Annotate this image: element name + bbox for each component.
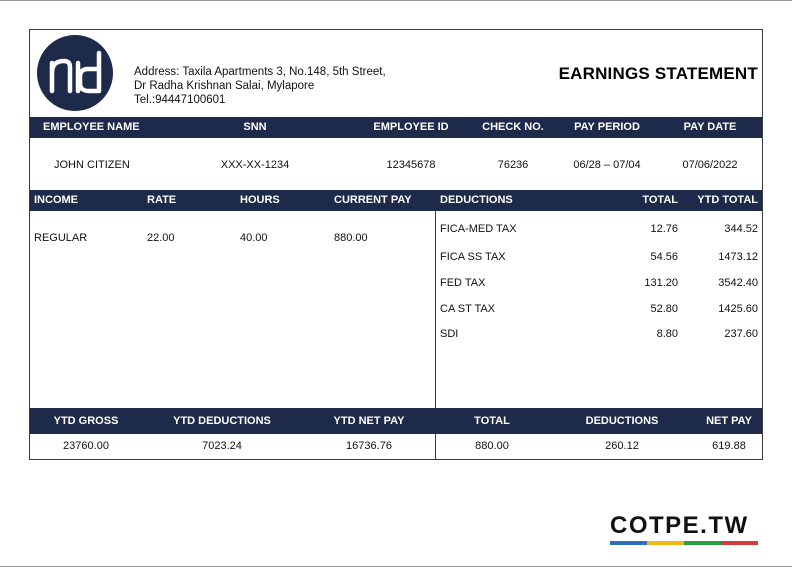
stripe-red [721,541,758,545]
deduction-ytd-total: 237.60 [724,328,758,340]
col-header-current-pay: CURRENT PAY [334,194,412,206]
current-pay-value: 880.00 [334,232,368,244]
deduction-name: FED TAX [440,277,486,289]
income-type-value: REGULAR [34,232,88,244]
page-top-line [0,0,792,1]
col-header-ytd-deductions: YTD DEDUCTIONS [173,415,271,427]
deduction-ytd-total: 1473.12 [718,251,758,263]
company-logo [37,35,113,111]
col-header-employee-id: EMPLOYEE ID [373,121,449,133]
deduction-name: FICA-MED TAX [440,223,517,235]
employee-header-bar: EMPLOYEE NAME SNN EMPLOYEE ID CHECK NO. … [30,117,762,138]
net-pay-value: 619.88 [712,440,746,452]
col-header-pay-date: PAY DATE [683,121,737,133]
col-header-employee-name: EMPLOYEE NAME [43,121,140,133]
deduction-name: SDI [440,328,459,340]
total-deductions-value: 260.12 [605,440,639,452]
col-header-pay-period: PAY PERIOD [574,121,640,133]
totals-header-bar: YTD GROSS YTD DEDUCTIONS YTD NET PAY TOT… [30,408,762,434]
deduction-total: 131.20 [644,277,678,289]
employee-name-value: JOHN CITIZEN [54,159,130,171]
stripe-blue [610,541,647,545]
deduction-name: CA ST TAX [440,303,496,315]
col-header-total: TOTAL [642,194,678,206]
income-deductions-header-bar: INCOME RATE HOURS CURRENT PAY DEDUCTIONS… [30,190,762,211]
pay-date-value: 07/06/2022 [682,159,738,171]
deduction-ytd-total: 3542.40 [718,277,758,289]
col-header-snn: SNN [243,121,267,133]
col-header-net-pay: NET PAY [706,415,752,427]
brand-color-stripe [610,541,758,545]
col-header-check-no: CHECK NO. [482,121,544,133]
deduction-name: FICA SS TAX [440,251,506,263]
pay-period-value: 06/28 – 07/04 [573,159,641,171]
col-header-total-pay: TOTAL [474,415,510,427]
stripe-yellow [647,541,684,545]
address-line-3: Tel.:94447100601 [134,94,226,106]
company-address: Address: Taxila Apartments 3, No.148, 5t… [134,65,386,107]
total-pay-value: 880.00 [475,440,509,452]
brand-logo: COTPE.TW [610,513,758,545]
page-bottom-line [0,566,792,567]
logo-monogram-icon [49,50,102,94]
hours-value: 40.00 [240,232,268,244]
employee-id-value: 12345678 [386,159,436,171]
ytd-net-pay-value: 16736.76 [346,440,392,452]
document-title: EARNINGS STATEMENT [558,64,758,83]
ytd-gross-value: 23760.00 [63,440,109,452]
brand-text: COTPE.TW [610,512,749,539]
deduction-ytd-total: 344.52 [724,223,758,235]
col-header-hours: HOURS [240,194,280,206]
earnings-statement: Address: Taxila Apartments 3, No.148, 5t… [29,29,763,460]
deduction-total: 52.80 [650,303,678,315]
deduction-total: 8.80 [656,328,678,340]
deduction-total: 12.76 [650,223,678,235]
address-line-1: Address: Taxila Apartments 3, No.148, 5t… [134,66,386,78]
deduction-total: 54.56 [650,251,678,263]
rate-value: 22.00 [147,232,175,244]
col-header-deductions: DEDUCTIONS [440,194,513,206]
col-header-income: INCOME [34,194,78,206]
col-header-ytd-net-pay: YTD NET PAY [333,415,405,427]
ytd-deductions-value: 7023.24 [202,440,242,452]
col-header-ytd-gross: YTD GROSS [53,415,119,427]
check-no-value: 76236 [497,159,529,171]
deduction-ytd-total: 1425.60 [718,303,758,315]
col-header-ytd-total: YTD TOTAL [697,194,758,206]
col-header-total-deductions: DEDUCTIONS [585,415,659,427]
stripe-green [684,541,721,545]
address-line-2: Dr Radha Krishnan Salai, Mylapore [134,80,315,92]
snn-value: XXX-XX-1234 [220,159,290,171]
col-header-rate: RATE [147,194,177,206]
